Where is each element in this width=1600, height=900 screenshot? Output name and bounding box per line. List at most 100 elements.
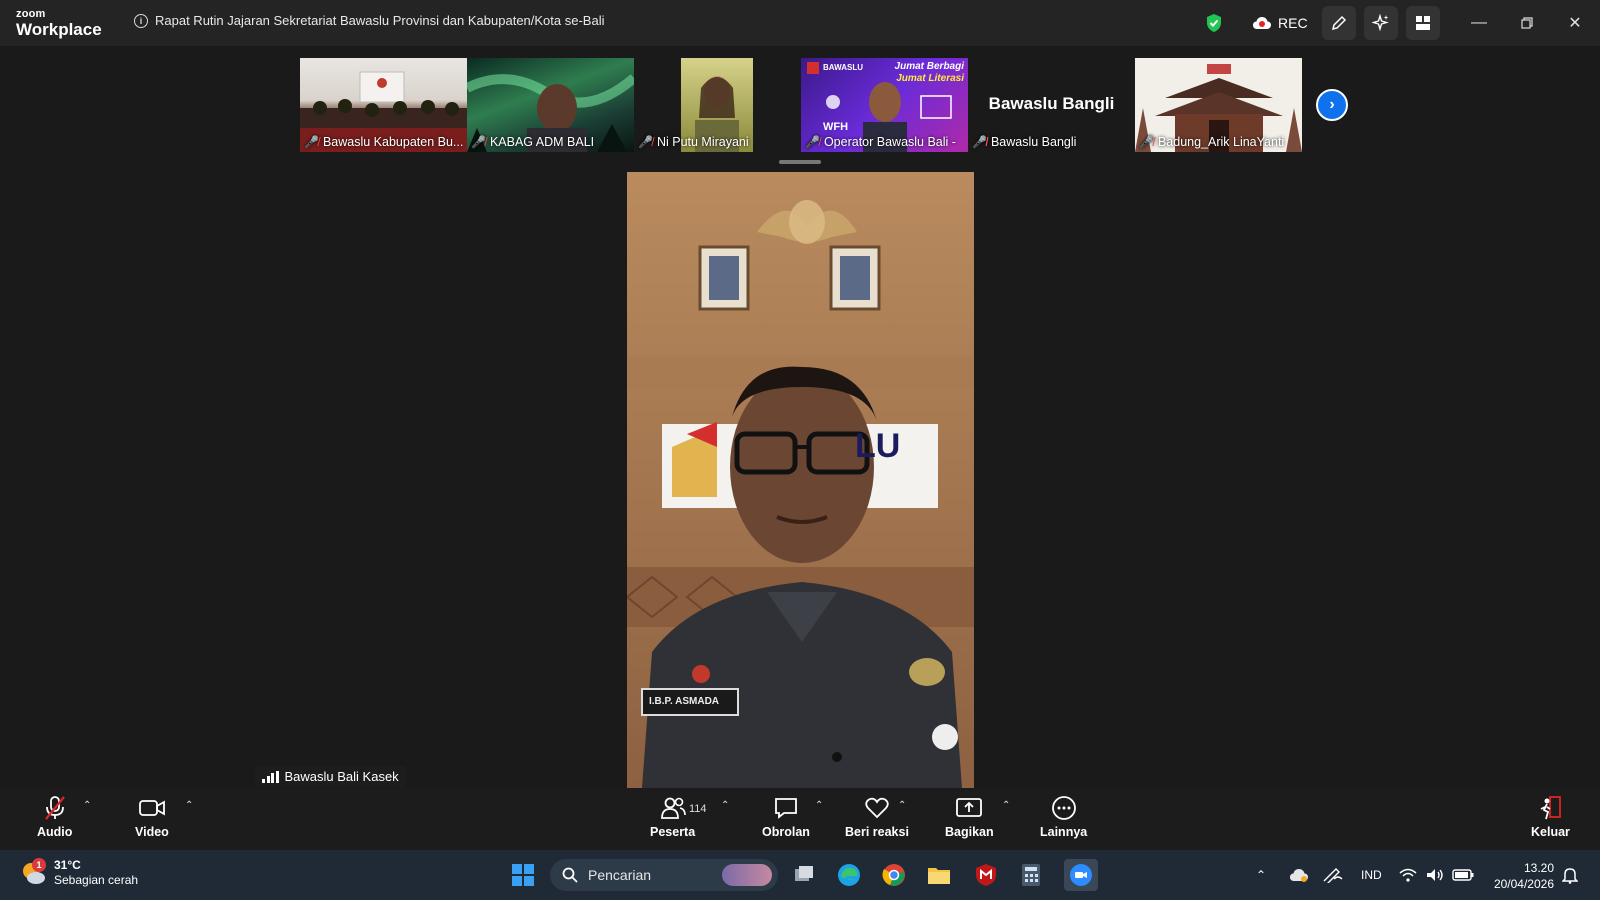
chat-icon [773, 796, 799, 820]
weather-description: Sebagian cerah [54, 873, 139, 887]
logo-small-text: zoom [16, 8, 46, 20]
wifi-icon[interactable] [1399, 850, 1417, 900]
share-options-caret[interactable]: ⌃ [1002, 800, 1010, 811]
mcafee-icon[interactable] [973, 862, 999, 888]
react-options-caret[interactable]: ⌃ [898, 800, 906, 811]
annotate-button[interactable] [1322, 0, 1356, 46]
next-page-button[interactable]: › [1316, 89, 1348, 121]
participant-thumbnail[interactable]: BAWASLU Jumat Berbagi Jumat Literasi WFH… [801, 58, 968, 152]
participant-name: Bawaslu Bangli [990, 135, 1077, 149]
video-camera-icon [138, 796, 166, 820]
strip-resize-handle[interactable] [779, 160, 821, 164]
restore-icon[interactable] [1504, 0, 1550, 46]
zoom-workplace-logo: zoom Workplace [16, 8, 102, 39]
onedrive-icon[interactable] [1289, 850, 1309, 900]
audio-options-caret[interactable]: ⌃ [83, 800, 91, 811]
task-view-icon[interactable] [791, 862, 817, 888]
participants-label: Peserta [650, 825, 696, 839]
share-button[interactable]: Bagikan [945, 796, 994, 839]
more-button[interactable]: Lainnya [1040, 796, 1087, 839]
weather-widget[interactable]: 1 31°C Sebagian cerah [20, 858, 138, 888]
participant-name: Operator Bawaslu Bali - [823, 135, 956, 149]
mic-off-icon: 🎤̸ [972, 135, 987, 149]
close-icon[interactable]: ✕ [1552, 0, 1598, 46]
video-options-caret[interactable]: ⌃ [185, 800, 193, 811]
participant-thumbnail[interactable]: 🎤̸ Bawaslu Kabupaten Bu... [300, 58, 467, 152]
search-icon [562, 867, 578, 883]
participant-name: Ni Putu Mirayani [656, 135, 749, 149]
video-label: Video [135, 825, 169, 839]
leave-label: Keluar [1531, 825, 1570, 839]
calculator-icon[interactable] [1018, 862, 1044, 888]
leave-icon [1537, 796, 1563, 820]
search-highlight-image [722, 864, 772, 886]
edge-browser-icon[interactable] [836, 862, 862, 888]
clock-date: 20/04/2026 [1493, 877, 1554, 891]
participant-thumbnail[interactable]: 🎤̸ KABAG ADM BALI [467, 58, 634, 152]
banner-wfh: WFH [823, 121, 849, 133]
participants-options-caret[interactable]: ⌃ [721, 800, 729, 811]
mic-off-icon: 🎤̸ [471, 135, 486, 149]
apps-icon [1406, 6, 1440, 40]
encryption-shield-icon[interactable] [1205, 0, 1223, 46]
battery-icon[interactable] [1452, 850, 1474, 900]
heart-icon [864, 796, 890, 820]
rec-label: REC [1278, 15, 1308, 31]
active-speaker-label: Bawaslu Bali Kasek [255, 766, 406, 787]
apps-button[interactable] [1406, 0, 1440, 46]
ai-companion-button[interactable] [1364, 0, 1398, 46]
more-icon [1051, 796, 1077, 820]
windows-start-icon[interactable] [510, 862, 536, 888]
meeting-title: Rapat Rutin Jajaran Sekretariat Bawaslu … [155, 13, 605, 28]
minimize-icon[interactable]: — [1456, 0, 1502, 46]
logo-big-text: Workplace [16, 20, 102, 39]
participant-name: KABAG ADM BALI [489, 135, 595, 149]
chrome-icon[interactable] [881, 862, 907, 888]
participant-thumbnail[interactable]: 🎤̸ Badung_Arik LinaYanti [1135, 58, 1302, 152]
chevron-right-icon: › [1329, 96, 1335, 113]
notification-bell-icon[interactable] [1562, 850, 1578, 900]
mic-off-icon: 🎤̸ [638, 135, 653, 149]
audio-button[interactable]: Audio [37, 796, 72, 839]
meeting-controls: Audio ⌃ Video ⌃ Peserta 114 ⌃ Obrolan ⌃ … [0, 788, 1600, 850]
file-explorer-icon[interactable] [926, 862, 952, 888]
chat-options-caret[interactable]: ⌃ [815, 800, 823, 811]
chat-label: Obrolan [762, 825, 810, 839]
input-language[interactable]: IND [1361, 850, 1382, 900]
participant-name: Badung_Arik LinaYanti [1157, 135, 1285, 149]
mic-off-icon: 🎤̸ [805, 135, 820, 149]
show-hidden-icons[interactable]: ⌃ [1256, 850, 1266, 900]
clock-time: 13.20 [1523, 861, 1554, 875]
video-button[interactable]: Video [135, 796, 169, 839]
pen-input-icon[interactable] [1322, 850, 1344, 900]
active-speaker-video: LU I.B.P. ASMADA [627, 172, 974, 788]
system-clock[interactable]: 13.20 20/04/2026 [1488, 860, 1554, 892]
signal-strength-icon [262, 770, 279, 783]
share-screen-icon [955, 796, 983, 820]
info-icon[interactable]: i [134, 13, 148, 28]
banner-logo-text: BAWASLU [823, 63, 863, 72]
speaker-name: Bawaslu Bali Kasek [284, 769, 399, 784]
participant-thumbnail[interactable]: 🎤̸ Ni Putu Mirayani [634, 58, 801, 152]
leave-button[interactable]: Keluar [1531, 796, 1570, 839]
participant-display-name: Bawaslu Bangli [988, 94, 1115, 113]
mic-off-icon: 🎤̸ [1139, 135, 1154, 149]
volume-icon[interactable] [1426, 850, 1444, 900]
participant-thumbnail[interactable]: Bawaslu Bangli 🎤̸ Bawaslu Bangli [968, 58, 1135, 152]
pencil-icon [1322, 6, 1356, 40]
weather-icon: 1 [20, 858, 46, 886]
participants-icon [660, 796, 686, 820]
banner-line-1: Jumat Berbagi [894, 61, 964, 72]
taskbar-search[interactable]: Pencarian [550, 859, 778, 891]
mic-off-icon: 🎤̸ [304, 135, 319, 149]
more-label: Lainnya [1040, 825, 1088, 839]
recording-indicator[interactable]: REC [1252, 0, 1308, 46]
mic-muted-icon [42, 796, 68, 820]
meeting-info[interactable]: i Rapat Rutin Jajaran Sekretariat Bawasl… [134, 13, 604, 28]
participant-thumbnail-strip: 🎤̸ Bawaslu Kabupaten Bu... 🎤̸ KABAG ADM BA… [300, 58, 1302, 152]
banner-line-2: Jumat Literasi [896, 73, 964, 84]
participants-count: 114 [689, 803, 707, 815]
weather-badge: 1 [32, 858, 46, 872]
chat-button[interactable]: Obrolan [762, 796, 810, 839]
zoom-app-icon[interactable] [1064, 859, 1098, 891]
